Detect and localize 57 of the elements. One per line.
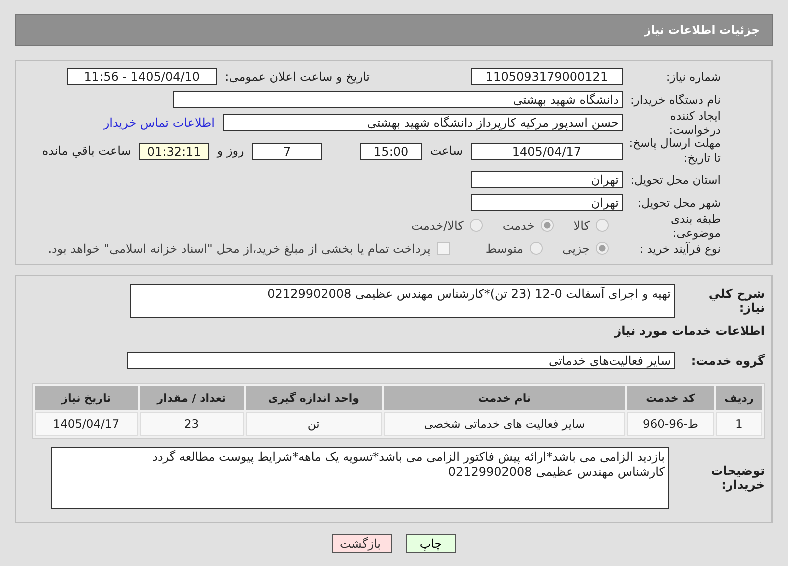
column-header: تاریخ نیاز: [35, 386, 138, 410]
requester-field: حسن اسدپور مرکیه کارپرداز دانشگاه شهید بهشتی: [223, 114, 623, 131]
field-label: مهلت ارسال پاسخ: تا تاریخ:: [629, 136, 721, 166]
field-label: ایجاد کننده درخواست:: [668, 108, 721, 136]
field-label: شهر محل تحویل:: [636, 196, 721, 210]
radio-button[interactable]: [540, 219, 554, 232]
province-field: تهران: [471, 171, 623, 188]
deadline-time-field: 15:00: [360, 142, 422, 160]
radio-label: متوسط: [486, 242, 524, 256]
field-label: تاریخ و ساعت اعلان عمومی:: [225, 70, 370, 84]
radio-label: کالا: [574, 218, 590, 232]
radio-label: کالا/خدمت: [412, 218, 464, 232]
column-header: تعداد / مقدار: [140, 386, 244, 410]
days-field: 7: [252, 142, 322, 160]
field-label: نام دستگاه خریدار:: [629, 92, 721, 106]
print-button[interactable]: چاپ: [406, 534, 456, 553]
column-header: نام خدمت: [384, 386, 626, 410]
table-cell: سایر فعالیت های خدماتی شخصی: [384, 412, 626, 436]
city-field: تهران: [471, 194, 623, 211]
radio-button[interactable]: [530, 242, 543, 255]
field-label: استان محل تحویل:: [630, 172, 721, 186]
days-label: روز و: [217, 144, 244, 158]
service-group-field: سایر فعالیت‌های خدماتی: [127, 352, 675, 369]
column-header: ردیف: [716, 386, 762, 410]
field-label: توضیحات خریدار:: [710, 464, 765, 492]
table-cell: تن: [246, 412, 382, 436]
column-header: واحد اندازه گیری: [246, 386, 382, 410]
remaining-time-field: 01:32:11: [139, 142, 210, 160]
field-label: شرح کلي نیاز:: [708, 287, 765, 315]
field-label: طبقه بندی موضوعی:: [670, 212, 721, 240]
field-label: شماره نیاز:: [665, 70, 721, 84]
checkbox-label: پرداخت تمام یا بخشی از مبلغ خرید،از محل "اسناد خزانه اسلامی" خواهد بود.: [48, 242, 431, 256]
table-cell: 1405/04/17: [35, 412, 138, 436]
radio-label: خدمت: [502, 218, 535, 232]
time-label: ساعت: [430, 144, 463, 158]
checkbox[interactable]: [436, 242, 450, 255]
table-cell: 1: [716, 412, 762, 436]
contact-link[interactable]: اطلاعات تماس خریدار: [104, 116, 215, 130]
remaining-label: ساعت باقي مانده: [42, 144, 132, 158]
radio-button[interactable]: [596, 219, 609, 232]
column-header: کد خدمت: [627, 386, 714, 410]
radio-button[interactable]: [470, 219, 483, 232]
radio-label: جزیی: [562, 242, 590, 256]
need-number-field: 1105093179000121: [471, 68, 623, 85]
radio-button[interactable]: [596, 242, 609, 255]
buyer-notes-field: بازدید الزامی می باشد*ارائه پیش فاکتور الزامی می باشد*تسویه یک ماهه*شرایط پیوست مطالعه گردد کارشناس مهندس عظیمی 02129902008: [51, 447, 669, 509]
announce-date-field: 1405/04/10 - 11:56: [67, 68, 218, 85]
back-button[interactable]: بازگشت: [332, 534, 392, 553]
table-cell: 23: [140, 412, 244, 436]
page-title: جزئیات اطلاعات نیاز: [644, 23, 760, 37]
buyer-org-field: دانشگاه شهید بهشتی: [173, 91, 623, 108]
field-label: گروه خدمت:: [690, 354, 765, 368]
field-label: نوع فرآیند خرید :: [638, 242, 721, 256]
section-title: اطلاعات خدمات مورد نیاز: [613, 324, 765, 340]
description-field: تهیه و اجرای آسفالت 0-12 (23 تن)*کارشناس مهندس عظیمی 02129902008: [130, 284, 675, 318]
table-cell: ط-96-960: [627, 412, 714, 436]
deadline-date-field: 1405/04/17: [471, 142, 623, 160]
